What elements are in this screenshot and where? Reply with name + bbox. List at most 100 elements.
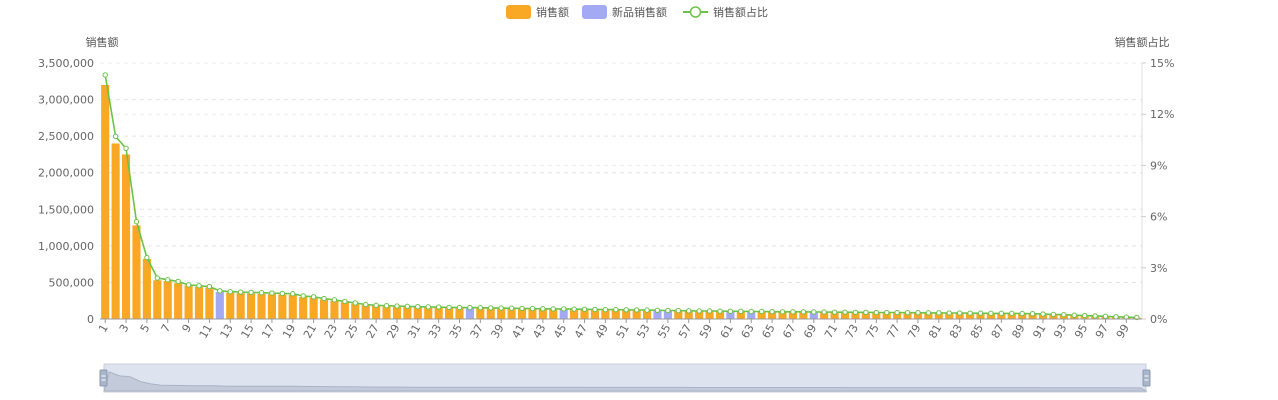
sales-share-point[interactable] — [842, 309, 848, 315]
sales-bar[interactable] — [330, 300, 339, 319]
sales-bar[interactable] — [319, 299, 329, 319]
legend-item-sales[interactable]: 销售额 — [506, 5, 569, 19]
sales-share-point[interactable] — [185, 282, 192, 288]
sales-share-point[interactable] — [686, 308, 692, 314]
sales-share-point[interactable] — [540, 306, 546, 312]
sales-share-point[interactable] — [800, 309, 807, 315]
sales-share-point[interactable] — [967, 310, 973, 316]
sales-bar[interactable] — [299, 297, 308, 319]
sales-share-point[interactable] — [1071, 312, 1077, 318]
sales-share-point[interactable] — [508, 305, 515, 311]
sales-share-point[interactable] — [644, 307, 650, 313]
sales-share-point[interactable] — [925, 310, 932, 316]
sales-share-point[interactable] — [654, 307, 661, 313]
sales-share-point[interactable] — [852, 309, 859, 316]
sales-bar[interactable] — [111, 143, 120, 319]
sales-share-point[interactable] — [300, 293, 306, 299]
sales-bar[interactable] — [226, 292, 235, 319]
sales-share-point[interactable] — [363, 301, 369, 308]
sales-share-point[interactable] — [279, 290, 286, 297]
sales-share-point[interactable] — [998, 310, 1005, 317]
sales-share-point[interactable] — [123, 145, 129, 152]
sales-bar[interactable] — [163, 280, 172, 319]
sales-share-point[interactable] — [884, 309, 890, 316]
sales-bar[interactable] — [121, 154, 131, 319]
sales-share-point[interactable] — [738, 308, 744, 315]
sales-share-point[interactable] — [581, 306, 588, 312]
sales-share-point[interactable] — [988, 310, 994, 317]
sales-share-point[interactable] — [144, 254, 150, 261]
sales-share-point[interactable] — [415, 304, 421, 310]
sales-bar[interactable] — [174, 283, 183, 319]
data-zoom-handle-left[interactable] — [99, 369, 108, 387]
sales-share-point[interactable] — [592, 306, 598, 313]
sales-share-point[interactable] — [488, 305, 494, 311]
sales-share-point[interactable] — [227, 288, 233, 295]
sales-share-point[interactable] — [102, 72, 108, 78]
sales-share-point[interactable] — [310, 294, 317, 300]
sales-bar[interactable] — [184, 285, 193, 319]
sales-bar[interactable] — [205, 287, 214, 319]
sales-share-point[interactable] — [821, 309, 827, 315]
sales-bar[interactable] — [309, 297, 318, 319]
sales-share-point[interactable] — [456, 304, 463, 311]
sales-share-point[interactable] — [404, 303, 411, 310]
sales-share-point[interactable] — [831, 309, 838, 315]
sales-share-point[interactable] — [1029, 311, 1036, 317]
sales-bar[interactable] — [194, 286, 204, 319]
sales-share-point[interactable] — [613, 306, 619, 313]
sales-share-point[interactable] — [936, 310, 942, 316]
sales-bar[interactable] — [142, 259, 151, 319]
sales-share-point[interactable] — [352, 300, 358, 306]
sales-share-point[interactable] — [560, 306, 567, 312]
sales-share-point[interactable] — [258, 290, 265, 296]
sales-share-point[interactable] — [519, 305, 525, 312]
sales-share-point[interactable] — [1040, 311, 1046, 317]
sales-share-point[interactable] — [425, 304, 431, 310]
sales-bar[interactable] — [351, 303, 360, 319]
sales-bar[interactable] — [101, 84, 110, 319]
sales-share-point[interactable] — [873, 309, 879, 316]
sales-share-point[interactable] — [237, 289, 244, 295]
sales-share-point[interactable] — [904, 309, 911, 316]
sales-share-point[interactable] — [477, 305, 484, 311]
sales-bar[interactable] — [288, 294, 297, 319]
sales-share-point[interactable] — [1102, 313, 1109, 319]
sales-share-point[interactable] — [217, 288, 223, 294]
sales-share-point[interactable] — [394, 303, 400, 309]
sales-share-point[interactable] — [790, 309, 796, 315]
sales-share-point[interactable] — [383, 302, 390, 309]
sales-share-point[interactable] — [529, 305, 536, 312]
sales-share-point[interactable] — [696, 308, 702, 314]
sales-share-point[interactable] — [706, 308, 713, 314]
sales-share-point[interactable] — [1061, 312, 1067, 318]
sales-share-point[interactable] — [165, 277, 171, 283]
sales-share-point[interactable] — [446, 304, 452, 311]
sales-share-point[interactable] — [1092, 313, 1098, 319]
sales-share-point[interactable] — [769, 308, 775, 315]
sales-share-point[interactable] — [571, 306, 577, 312]
sales-share-point[interactable] — [1050, 311, 1057, 318]
sales-share-point[interactable] — [811, 309, 817, 315]
sales-bar[interactable] — [278, 294, 287, 319]
sales-share-point[interactable] — [894, 309, 900, 316]
sales-share-point[interactable] — [133, 219, 140, 225]
sales-bar[interactable] — [132, 225, 141, 319]
sales-share-point[interactable] — [435, 304, 442, 310]
sales-share-point[interactable] — [863, 309, 869, 316]
sales-share-point[interactable] — [748, 308, 754, 315]
sales-bar[interactable] — [267, 294, 276, 319]
sales-share-point[interactable] — [269, 290, 275, 296]
sales-share-point[interactable] — [727, 308, 734, 315]
sales-share-point[interactable] — [467, 304, 473, 311]
sales-share-point[interactable] — [331, 297, 338, 303]
new-product-sales-bar[interactable] — [215, 291, 224, 319]
sales-share-point[interactable] — [633, 307, 640, 313]
sales-share-point[interactable] — [623, 307, 629, 313]
sales-share-point[interactable] — [342, 298, 348, 305]
legend-item-new-product-sales[interactable]: 新品销售额 — [582, 5, 667, 19]
sales-share-point[interactable] — [1019, 310, 1025, 317]
sales-share-point[interactable] — [977, 310, 984, 316]
sales-share-point[interactable] — [290, 291, 296, 297]
sales-share-point[interactable] — [915, 309, 921, 316]
